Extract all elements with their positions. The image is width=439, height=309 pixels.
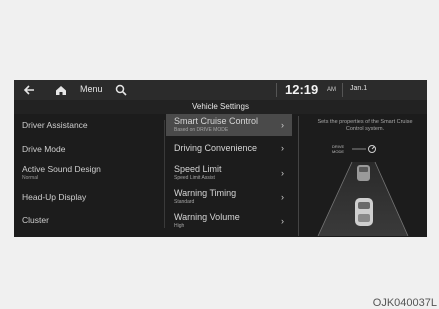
figure-code: OJK040037L [372,297,437,309]
left-menu-item-active-sound-design[interactable]: Active Sound Design Normal [22,164,157,181]
sub-menu-item-smart-cruise-control[interactable]: Smart Cruise Control Based on DRIVE MODE… [166,114,292,136]
infotainment-screen: Menu 12:19 AM Jan.1 Vehicle Settings Dri… [14,80,427,237]
column-divider [164,120,165,228]
sub-menu-label: Warning Timing [174,188,237,198]
sub-menu: Smart Cruise Control Based on DRIVE MODE… [166,114,298,237]
description-panel: Sets the properties of the Smart Cruise … [300,114,427,237]
left-menu-label: Drive Mode [22,144,66,154]
left-menu-item-driver-assistance[interactable]: Driver Assistance [22,120,157,130]
clock-time: 12:19 [285,82,319,97]
left-menu-label: Cluster [22,215,49,225]
sub-menu-label: Smart Cruise Control [174,116,259,126]
sub-menu-item-driving-convenience[interactable]: Driving Convenience › [166,136,292,158]
sub-menu-sublabel: Speed Limit Assist [174,175,215,181]
sub-menu-label: Warning Volume [174,212,240,222]
chevron-right-icon: › [281,143,284,153]
home-icon[interactable] [54,83,68,97]
column-divider [298,116,299,236]
sub-menu-label: Driving Convenience [174,143,258,153]
search-icon[interactable] [114,82,128,98]
chevron-right-icon: › [281,168,284,178]
left-menu-item-cluster[interactable]: Cluster [22,215,157,225]
page-title: Vehicle Settings [14,100,427,114]
sub-menu-item-warning-timing[interactable]: Warning Timing Standard › [166,184,292,206]
chevron-right-icon: › [281,216,284,226]
drive-mode-label: MODE [332,149,344,154]
left-menu-label: Driver Assistance [22,120,88,130]
topbar-divider [276,83,277,97]
sub-menu-item-speed-limit[interactable]: Speed Limit Speed Limit Assist › [166,160,292,182]
chevron-right-icon: › [281,192,284,202]
left-menu-item-drive-mode[interactable]: Drive Mode [22,144,157,154]
left-menu-item-head-up-display[interactable]: Head-Up Display [22,192,157,202]
cruise-control-illustration: DRIVE MODE [317,144,409,236]
sub-menu-sublabel: Standard [174,199,195,205]
clock-ampm: AM [327,87,336,93]
sub-menu-sublabel: High [174,223,185,229]
back-arrow-icon[interactable] [22,82,36,98]
top-bar: Menu 12:19 AM Jan.1 [14,80,427,100]
chevron-right-icon: › [281,120,284,130]
left-menu: Driver Assistance Drive Mode Active Soun… [14,114,164,237]
menu-button[interactable]: Menu [80,84,103,94]
left-menu-label: Head-Up Display [22,192,87,202]
date-display: Jan.1 [350,85,368,92]
feature-description: Sets the properties of the Smart Cruise … [317,119,413,132]
sub-menu-item-warning-volume[interactable]: Warning Volume High › [166,208,292,230]
sub-menu-sublabel: Based on DRIVE MODE [174,127,229,133]
left-menu-label: Active Sound Design [22,164,101,174]
sub-menu-label: Speed Limit [174,164,222,174]
topbar-divider [342,83,343,97]
left-menu-sublabel: Normal [22,175,39,181]
